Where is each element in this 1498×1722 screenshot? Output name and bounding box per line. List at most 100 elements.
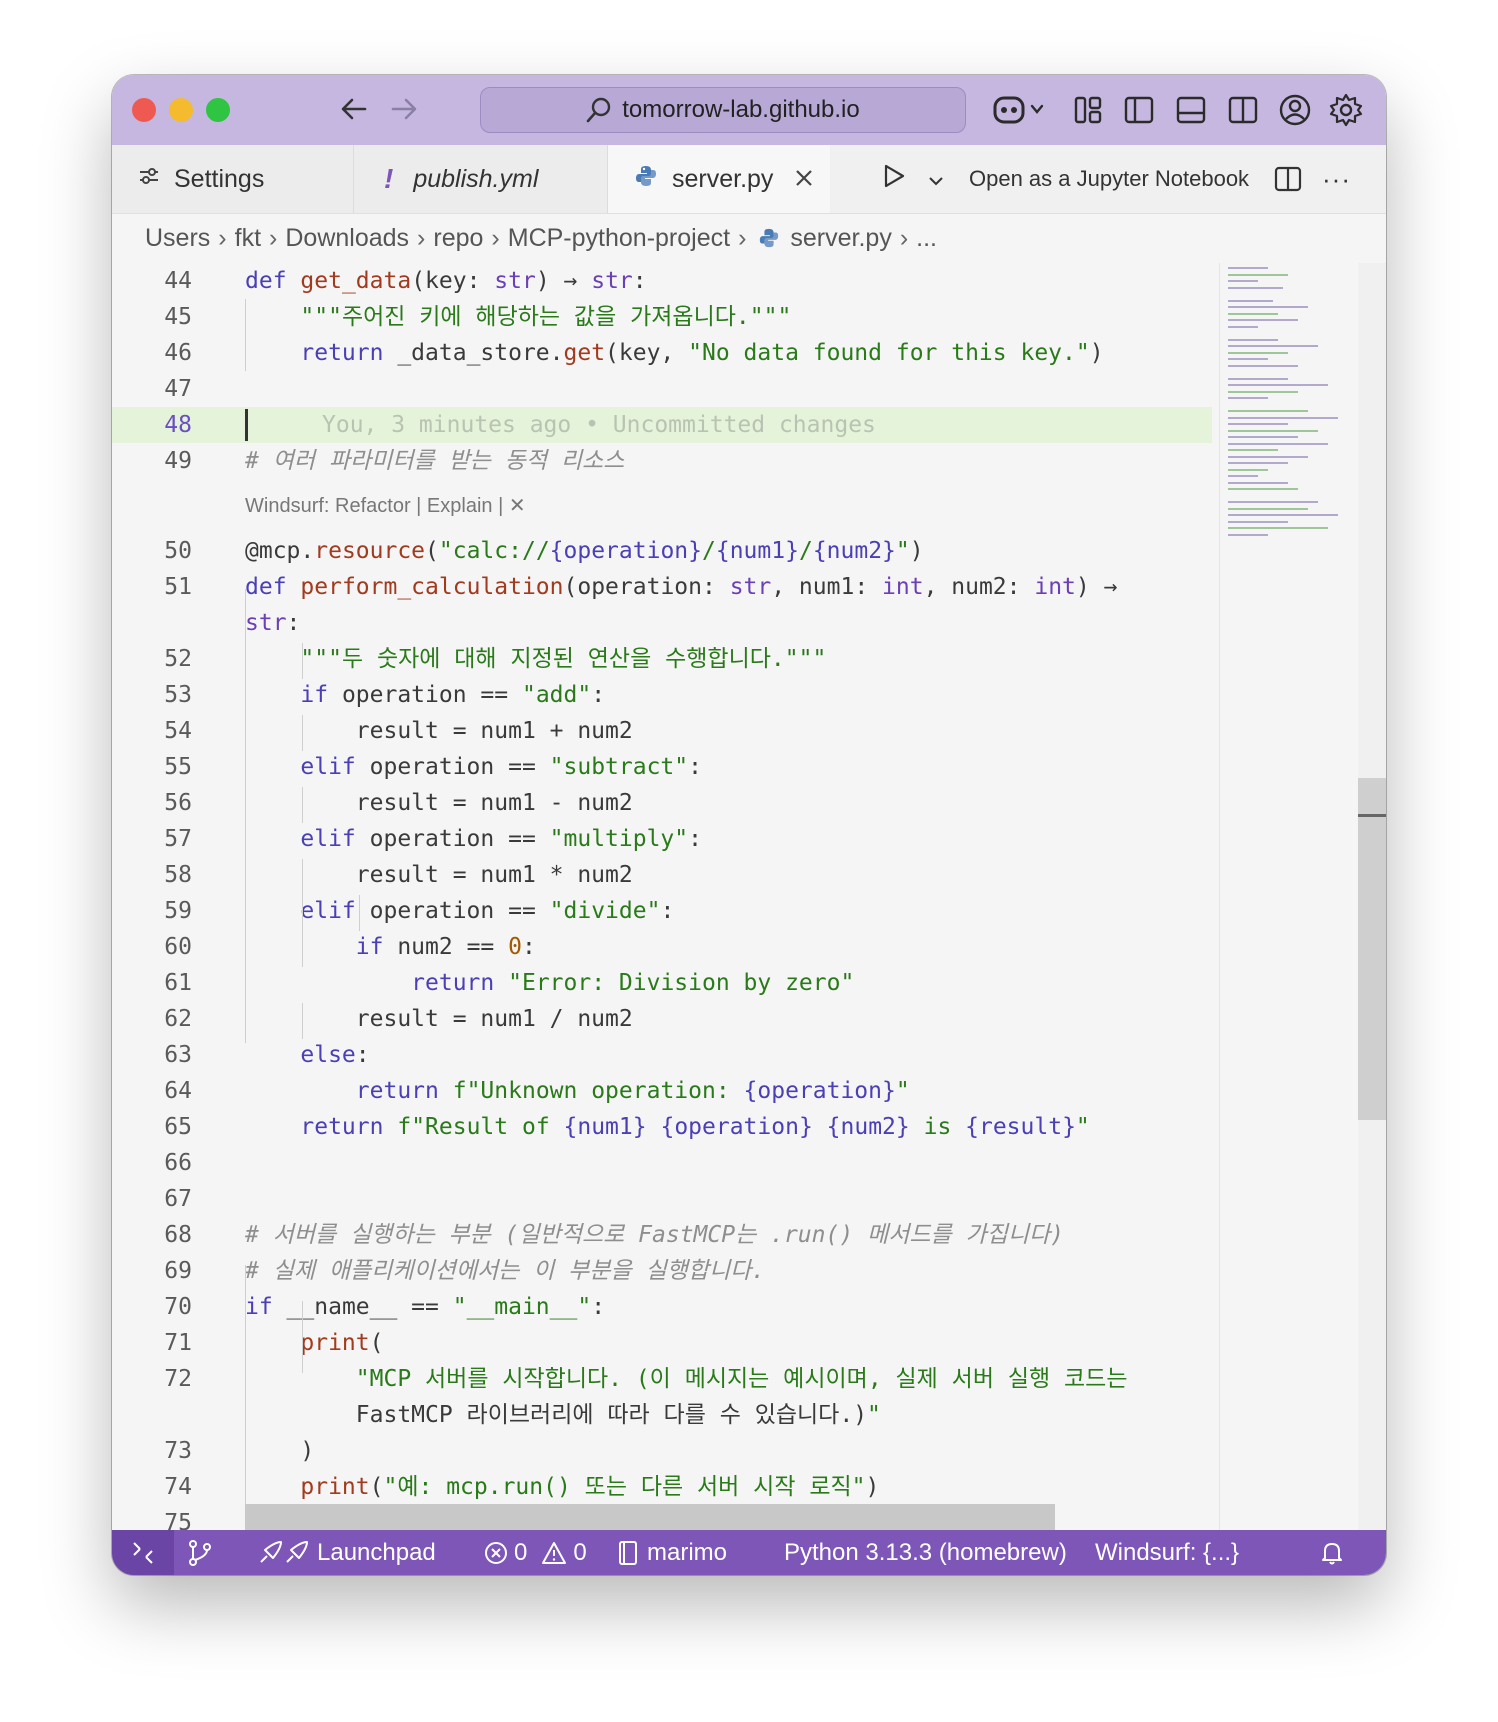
line-number: 54	[164, 718, 192, 744]
breadcrumb-item[interactable]: ...	[916, 224, 937, 253]
code-editor[interactable]: 44 def get_data(key: str) → str: 45 """주어진…	[112, 263, 1386, 1530]
forward-arrow-icon[interactable]	[384, 89, 424, 133]
open-jupyter-button[interactable]: Open as a Jupyter Notebook	[969, 145, 1249, 213]
panel-bottom-icon[interactable]	[1173, 92, 1209, 128]
line-number: 75	[164, 1510, 192, 1530]
sidebar-right-icon[interactable]	[1225, 92, 1261, 128]
breadcrumb-item[interactable]: server.py	[790, 224, 891, 253]
code-line[interactable]: 60 if num2 == 0:	[112, 929, 1212, 965]
code-line[interactable]: 55 elif operation == "subtract":	[112, 749, 1212, 785]
code-line[interactable]: 69 # 실제 애플리케이션에서는 이 부분을 실행합니다.	[112, 1253, 1212, 1289]
tab-settings[interactable]: Settings	[112, 145, 354, 213]
horizontal-scrollbar[interactable]	[245, 1504, 1055, 1530]
code-line[interactable]: 51 def perform_calculation(operation: str…	[112, 569, 1212, 605]
code-line[interactable]: 54 result = num1 + num2	[112, 713, 1212, 749]
marimo-label: marimo	[647, 1538, 728, 1566]
breadcrumb-item[interactable]: MCP-python-project	[508, 224, 730, 253]
code-line[interactable]: 67	[112, 1181, 1212, 1217]
minimap[interactable]	[1219, 263, 1358, 1530]
indent-guide	[245, 589, 246, 1043]
code-text: # 서버를 실행하는 부분 (일반적으로 FastMCP는 .run() 메서드…	[245, 1222, 1065, 1248]
copilot-icon[interactable]	[992, 92, 1048, 128]
code-line[interactable]: 46 return _data_store.get(key, "No data …	[112, 335, 1212, 371]
code-line[interactable]: 56 result = num1 - num2	[112, 785, 1212, 821]
code-text: return _data_store.get(key, "No data fou…	[300, 340, 1104, 366]
layout-icon[interactable]	[1070, 92, 1106, 128]
windsurf-status[interactable]: Windsurf: {...}	[1095, 1530, 1239, 1575]
code-line[interactable]: 44 def get_data(key: str) → str:	[112, 263, 1212, 299]
windsurf-codelens[interactable]: Windsurf: Refactor | Explain | ✕	[245, 479, 526, 533]
minimap-line	[1228, 410, 1308, 412]
code-line[interactable]: 59 elif operation == "divide":	[112, 893, 1212, 929]
line-number: 68	[164, 1222, 192, 1248]
back-arrow-icon[interactable]	[334, 89, 374, 133]
minimap-line	[1228, 286, 1283, 289]
breadcrumb: Users › fkt › Downloads › repo › MCP-pyt…	[112, 213, 1386, 263]
minimize-window-button[interactable]	[169, 98, 193, 122]
code-text: str:	[245, 610, 301, 636]
vertical-scrollbar-thumb[interactable]	[1358, 778, 1386, 1120]
gear-icon[interactable]	[1328, 92, 1364, 128]
sidebar-left-icon[interactable]	[1121, 92, 1157, 128]
remote-connection-icon[interactable]	[112, 1530, 174, 1575]
line-number: 65	[164, 1114, 192, 1140]
breadcrumb-item[interactable]: Downloads	[285, 224, 409, 253]
minimap-line	[1228, 455, 1308, 458]
run-options-dropdown[interactable]	[928, 145, 958, 213]
warning-count: 0	[573, 1538, 587, 1566]
code-line[interactable]: 71 print(	[112, 1325, 1212, 1361]
code-line[interactable]: 52 """두 숫자에 대해 지정된 연산을 수행합니다."""	[112, 641, 1212, 677]
code-line[interactable]: 68 # 서버를 실행하는 부분 (일반적으로 FastMCP는 .run() 메…	[112, 1217, 1212, 1253]
code-line[interactable]: FastMCP 라이브러리에 따라 다를 수 있습니다.)"	[112, 1397, 1212, 1433]
rocket-icon	[257, 1540, 309, 1566]
chevron-right-icon: ›	[417, 223, 426, 252]
problems-indicator[interactable]: 0 0	[484, 1530, 587, 1575]
python-interpreter[interactable]: Python 3.13.3 (homebrew)	[784, 1530, 1067, 1575]
split-editor-icon[interactable]	[1274, 145, 1310, 213]
line-number: 44	[164, 268, 192, 294]
code-line[interactable]: 70 if __name__ == "__main__":	[112, 1289, 1212, 1325]
address-search-box[interactable]: tomorrow-lab.github.io	[480, 87, 966, 133]
breadcrumb-item[interactable]: fkt	[235, 224, 261, 253]
git-blame-annotation: You, 3 minutes ago • Uncommitted changes	[322, 412, 876, 438]
code-line[interactable]: 64 return f"Unknown operation: {operatio…	[112, 1073, 1212, 1109]
code-line[interactable]: 47	[112, 371, 1212, 407]
code-line[interactable]: 45 """주어진 키에 해당하는 값을 가져옵니다."""	[112, 299, 1212, 335]
code-line[interactable]: 74 print("예: mcp.run() 또는 다른 서버 시작 로직")	[112, 1469, 1212, 1505]
account-icon[interactable]	[1277, 92, 1313, 128]
code-line[interactable]: 61 return "Error: Division by zero"	[112, 965, 1212, 1001]
line-number: 71	[164, 1330, 192, 1356]
breadcrumb-item[interactable]: Users	[145, 224, 210, 253]
source-control-icon[interactable]	[187, 1530, 213, 1575]
tab-publish-yml[interactable]: ! publish.yml	[354, 145, 608, 213]
indent-guide	[245, 299, 246, 371]
launchpad-button[interactable]: Launchpad	[257, 1530, 436, 1575]
breadcrumb-item[interactable]: repo	[433, 224, 483, 253]
code-line[interactable]: 53 if operation == "add":	[112, 677, 1212, 713]
maximize-window-button[interactable]	[206, 98, 230, 122]
code-line[interactable]: 49 # 여러 파라미터를 받는 동적 리소스	[112, 443, 1212, 479]
code-line[interactable]: 50 @mcp.resource("calc://{operation}/{num…	[112, 533, 1212, 569]
code-line[interactable]: 65 return f"Result of {num1} {operation}…	[112, 1109, 1212, 1145]
code-text: print("예: mcp.run() 또는 다른 서버 시작 로직")	[300, 1474, 880, 1500]
marimo-button[interactable]: marimo	[617, 1530, 727, 1575]
code-line[interactable]: 73 )	[112, 1433, 1212, 1469]
chevron-down-icon	[928, 165, 944, 194]
tab-server-py[interactable]: server.py	[608, 145, 830, 213]
code-line[interactable]: 58 result = num1 * num2	[112, 857, 1212, 893]
code-line[interactable]: 63 else:	[112, 1037, 1212, 1073]
code-text: elif operation == "multiply":	[300, 826, 702, 852]
code-line[interactable]: 62 result = num1 / num2	[112, 1001, 1212, 1037]
more-actions-button[interactable]: ···	[1322, 145, 1362, 213]
close-window-button[interactable]	[132, 98, 156, 122]
code-line[interactable]: 66	[112, 1145, 1212, 1181]
run-button[interactable]	[882, 145, 932, 213]
code-line[interactable]: str:	[112, 605, 1212, 641]
code-line[interactable]: 48 You, 3 minutes ago • Uncommitted chang…	[112, 407, 1212, 443]
launchpad-label: Launchpad	[317, 1538, 436, 1566]
line-number: 73	[164, 1438, 192, 1464]
code-line[interactable]: 72 "MCP 서버를 시작합니다. (이 메시지는 예시이며, 실제 서버 실…	[112, 1361, 1212, 1397]
close-icon[interactable]	[795, 165, 813, 194]
code-line[interactable]: 57 elif operation == "multiply":	[112, 821, 1212, 857]
bell-icon[interactable]	[1320, 1530, 1344, 1575]
